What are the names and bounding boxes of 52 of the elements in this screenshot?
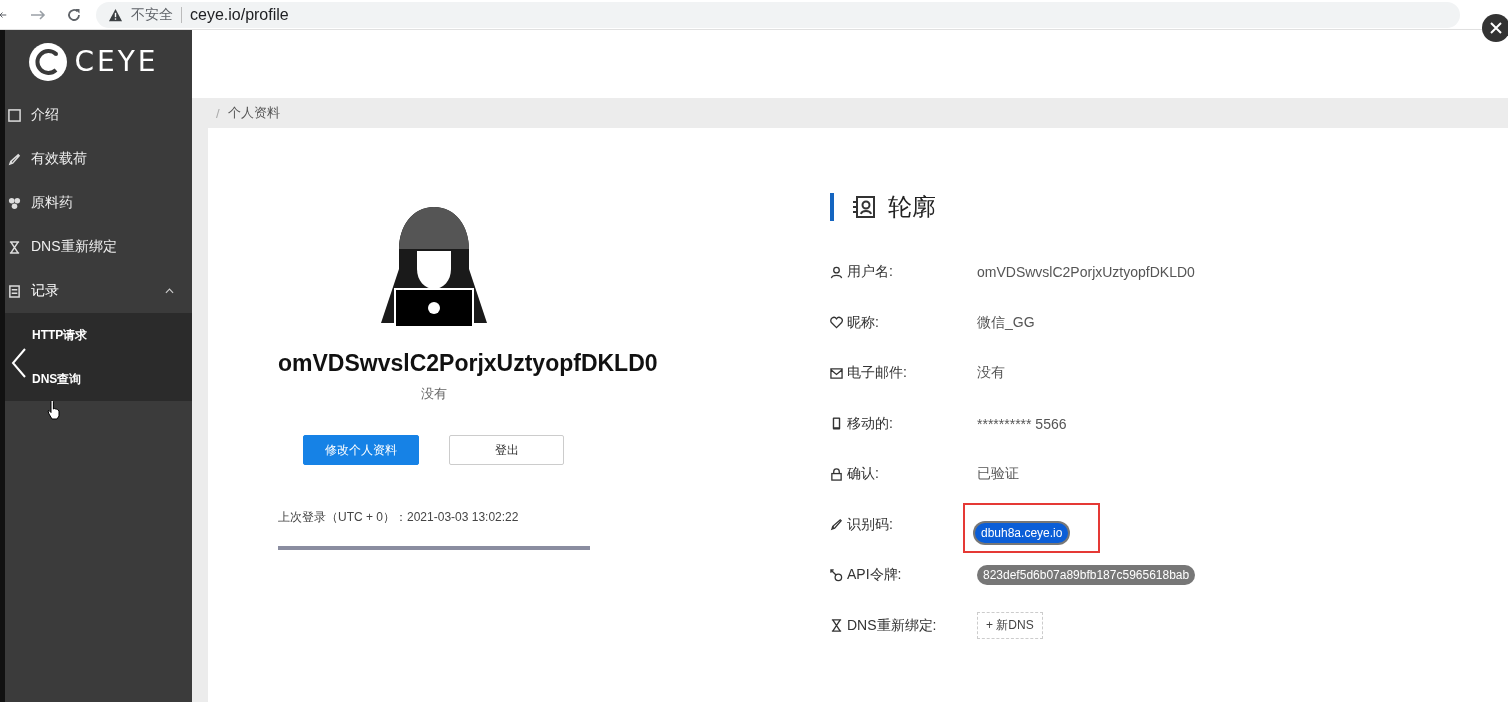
molecule-icon bbox=[8, 196, 21, 210]
list-icon bbox=[8, 284, 21, 298]
url-text: ceye.io/profile bbox=[190, 5, 289, 24]
edit-profile-button[interactable]: 修改个人资料 bbox=[303, 435, 419, 465]
field-label: DNS重新绑定: bbox=[847, 616, 937, 635]
reload-icon[interactable] bbox=[66, 6, 82, 23]
logout-button[interactable]: 登出 bbox=[449, 435, 564, 465]
title-accent-bar bbox=[830, 193, 834, 221]
field-value: 没有 bbox=[977, 364, 1005, 383]
sidebar-item[interactable]: 介绍 bbox=[5, 93, 192, 137]
value-tag: 823def5d6b07a89bfb187c5965618bab bbox=[977, 565, 1196, 586]
sidebar-item[interactable]: DNS重新绑定 bbox=[5, 225, 192, 269]
hourglass-icon bbox=[8, 240, 21, 254]
sidebar-item[interactable]: 记录 bbox=[5, 269, 192, 313]
field-value: 已验证 bbox=[977, 465, 1019, 484]
logo-text: CEYE bbox=[74, 45, 159, 78]
field-label: 电子邮件: bbox=[847, 364, 907, 383]
logo-icon bbox=[28, 41, 69, 82]
address-bar[interactable]: 不安全 ceye.io/profile bbox=[96, 1, 1460, 28]
sidebar-item[interactable]: 有效载荷 bbox=[5, 137, 192, 181]
field-label: 昵称: bbox=[847, 313, 879, 332]
section-title: 轮廓 bbox=[888, 192, 936, 222]
field-label: 确认: bbox=[847, 465, 879, 484]
value-tag: dbuh8a.ceye.io bbox=[975, 522, 1069, 543]
field-value: omVDSwvslC2PorjxUztyopfDKLD0 bbox=[977, 264, 1195, 281]
profile-card-icon bbox=[852, 195, 876, 219]
profile-name: omVDSwvslC2PorjxUztyopfDKLD0 bbox=[278, 350, 659, 377]
field-value: 微信_GG bbox=[977, 313, 1035, 332]
field-value: ********** 5566 bbox=[977, 415, 1067, 432]
breadcrumb-separator: / bbox=[216, 105, 220, 121]
field-label: 移动的: bbox=[847, 414, 893, 433]
field-label: 用户名: bbox=[847, 263, 893, 282]
submenu-item[interactable]: HTTP请求 bbox=[5, 313, 192, 357]
sidebar-item[interactable]: 原料药 bbox=[5, 181, 192, 225]
hourglass-icon bbox=[830, 619, 843, 633]
profile-email: 没有 bbox=[421, 385, 447, 403]
new-dns-button[interactable]: + 新DNS bbox=[977, 612, 1043, 640]
security-label: 不安全 bbox=[131, 5, 173, 24]
submenu-item[interactable]: DNS查询 bbox=[5, 357, 192, 401]
field-label: API令牌: bbox=[847, 566, 902, 585]
phone-icon bbox=[830, 417, 843, 431]
mail-icon bbox=[830, 366, 843, 380]
hand-cursor-icon bbox=[47, 400, 61, 420]
field-label: 识别码: bbox=[847, 515, 893, 534]
chevron-left-icon[interactable] bbox=[11, 348, 27, 378]
user-icon bbox=[830, 265, 843, 279]
lock-icon bbox=[830, 467, 843, 481]
last-login-text: 上次登录（UTC + 0）：2021-03-03 13:02:22 bbox=[278, 509, 520, 526]
caret-icon bbox=[165, 288, 174, 294]
breadcrumb-item: 个人资料 bbox=[227, 104, 280, 122]
heart-icon bbox=[830, 316, 843, 330]
warning-icon bbox=[108, 7, 123, 22]
